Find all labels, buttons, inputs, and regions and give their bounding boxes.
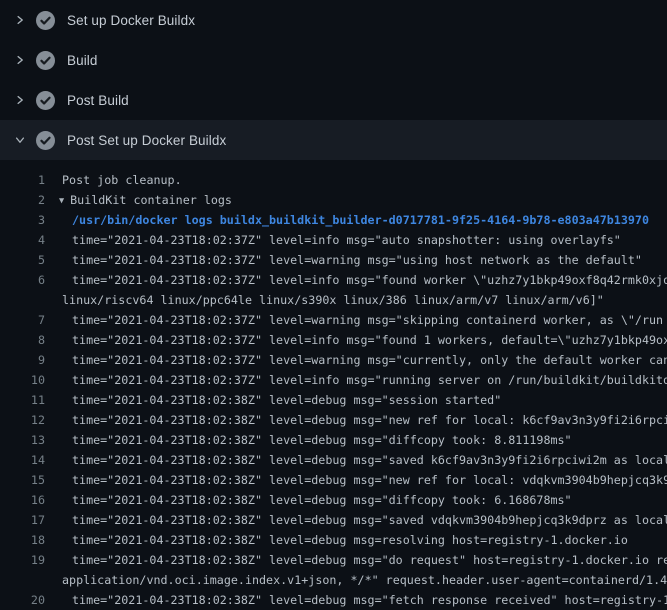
chevron-right-icon <box>13 13 27 27</box>
line-number <box>0 290 45 310</box>
log-line: 12 time="2021-04-23T18:02:38Z" level=debu… <box>0 410 667 430</box>
line-number[interactable]: 9 <box>0 350 45 370</box>
chevron-right-icon <box>13 53 27 67</box>
line-number[interactable]: 15 <box>0 470 45 490</box>
log-line: 4 time="2021-04-23T18:02:37Z" level=info … <box>0 230 667 250</box>
log-text: time="2021-04-23T18:02:37Z" level=info m… <box>72 270 667 290</box>
log-line: 5 time="2021-04-23T18:02:37Z" level=warni… <box>0 250 667 270</box>
log-text: Post job cleanup. <box>62 170 182 190</box>
log-command-text: /usr/bin/docker logs buildx_buildkit_bui… <box>72 210 649 230</box>
log-text: time="2021-04-23T18:02:38Z" level=debug … <box>72 510 667 530</box>
step-row-1[interactable]: Build <box>0 40 667 80</box>
log-text: time="2021-04-23T18:02:37Z" level=info m… <box>72 230 621 250</box>
log-text: linux/riscv64 linux/ppc64le linux/s390x … <box>62 290 604 310</box>
log-line: 6 time="2021-04-23T18:02:37Z" level=info … <box>0 270 667 290</box>
step-row-0[interactable]: Set up Docker Buildx <box>0 0 667 40</box>
line-number[interactable]: 10 <box>0 370 45 390</box>
log-line: 2 ▼ BuildKit container logs <box>0 190 667 210</box>
log-text: time="2021-04-23T18:02:37Z" level=warnin… <box>72 310 663 330</box>
status-check-icon <box>36 11 55 30</box>
log-line: 10 time="2021-04-23T18:02:37Z" level=info… <box>0 370 667 390</box>
step-label: Post Set up Docker Buildx <box>67 133 226 148</box>
line-number[interactable]: 17 <box>0 510 45 530</box>
log-text: time="2021-04-23T18:02:38Z" level=debug … <box>72 410 667 430</box>
line-number[interactable]: 8 <box>0 330 45 350</box>
log-text: time="2021-04-23T18:02:37Z" level=info m… <box>72 370 667 390</box>
line-number[interactable]: 5 <box>0 250 45 270</box>
log-text: time="2021-04-23T18:02:37Z" level=warnin… <box>72 350 667 370</box>
log-line: 11 time="2021-04-23T18:02:38Z" level=debu… <box>0 390 667 410</box>
line-number[interactable]: 19 <box>0 550 45 570</box>
line-number[interactable]: 20 <box>0 590 45 610</box>
log-text: time="2021-04-23T18:02:37Z" level=warnin… <box>72 250 642 270</box>
log-panel: 1 Post job cleanup. 2 ▼ BuildKit container l… <box>0 160 667 610</box>
log-line: 19 time="2021-04-23T18:02:38Z" level=debu… <box>0 550 667 570</box>
log-text: time="2021-04-23T18:02:38Z" level=debug … <box>72 450 667 470</box>
status-check-icon <box>36 91 55 110</box>
log-line: 20 time="2021-04-23T18:02:38Z" level=debu… <box>0 590 667 610</box>
log-text: time="2021-04-23T18:02:38Z" level=debug … <box>72 390 501 410</box>
line-number[interactable]: 14 <box>0 450 45 470</box>
log-line: 15 time="2021-04-23T18:02:38Z" level=debu… <box>0 470 667 490</box>
line-number[interactable]: 6 <box>0 270 45 290</box>
log-group-title: ▼ BuildKit container logs <box>59 190 232 210</box>
group-toggle-icon[interactable]: ▼ <box>59 196 64 206</box>
log-text: time="2021-04-23T18:02:38Z" level=debug … <box>72 490 572 510</box>
log-text: time="2021-04-23T18:02:38Z" level=debug … <box>72 550 667 570</box>
log-line: 3/usr/bin/docker logs buildx_buildkit_bu… <box>0 210 667 230</box>
log-line: 16 time="2021-04-23T18:02:38Z" level=debu… <box>0 490 667 510</box>
chevron-down-icon <box>13 133 27 147</box>
step-label: Build <box>67 53 98 68</box>
steps-list: Set up Docker Buildx Build Post Build Post … <box>0 0 667 160</box>
log-line: 1 Post job cleanup. <box>0 170 667 190</box>
log-text: time="2021-04-23T18:02:37Z" level=info m… <box>72 330 667 350</box>
line-number[interactable]: 12 <box>0 410 45 430</box>
log-line: 17 time="2021-04-23T18:02:38Z" level=debu… <box>0 510 667 530</box>
log-line: 8 time="2021-04-23T18:02:37Z" level=info … <box>0 330 667 350</box>
line-number[interactable]: 3 <box>0 210 45 230</box>
log-text: time="2021-04-23T18:02:38Z" level=debug … <box>72 470 667 490</box>
log-text: application/vnd.oci.image.index.v1+json,… <box>62 570 667 590</box>
log-line: 18 time="2021-04-23T18:02:38Z" level=debu… <box>0 530 667 550</box>
log-line: 9 time="2021-04-23T18:02:37Z" level=warni… <box>0 350 667 370</box>
status-check-icon <box>36 131 55 150</box>
log-text: time="2021-04-23T18:02:38Z" level=debug … <box>72 590 667 610</box>
line-number[interactable]: 16 <box>0 490 45 510</box>
log-line: 13 time="2021-04-23T18:02:38Z" level=debu… <box>0 430 667 450</box>
status-check-icon <box>36 51 55 70</box>
line-number[interactable]: 11 <box>0 390 45 410</box>
step-row-2[interactable]: Post Build <box>0 80 667 120</box>
step-label: Set up Docker Buildx <box>67 13 195 28</box>
chevron-right-icon <box>13 93 27 107</box>
log-line: application/vnd.oci.image.index.v1+json,… <box>0 570 667 590</box>
line-number[interactable]: 13 <box>0 430 45 450</box>
log-text: time="2021-04-23T18:02:38Z" level=debug … <box>72 430 572 450</box>
step-row-3[interactable]: Post Set up Docker Buildx <box>0 120 667 160</box>
log-line: 7 time="2021-04-23T18:02:37Z" level=warni… <box>0 310 667 330</box>
line-number <box>0 570 45 590</box>
step-label: Post Build <box>67 93 129 108</box>
line-number[interactable]: 7 <box>0 310 45 330</box>
line-number[interactable]: 1 <box>0 170 45 190</box>
log-text: time="2021-04-23T18:02:38Z" level=debug … <box>72 530 628 550</box>
log-line: linux/riscv64 linux/ppc64le linux/s390x … <box>0 290 667 310</box>
line-number[interactable]: 4 <box>0 230 45 250</box>
line-number[interactable]: 18 <box>0 530 45 550</box>
log-text: BuildKit container logs <box>70 193 232 207</box>
line-number[interactable]: 2 <box>0 190 45 210</box>
log-line: 14 time="2021-04-23T18:02:38Z" level=debu… <box>0 450 667 470</box>
